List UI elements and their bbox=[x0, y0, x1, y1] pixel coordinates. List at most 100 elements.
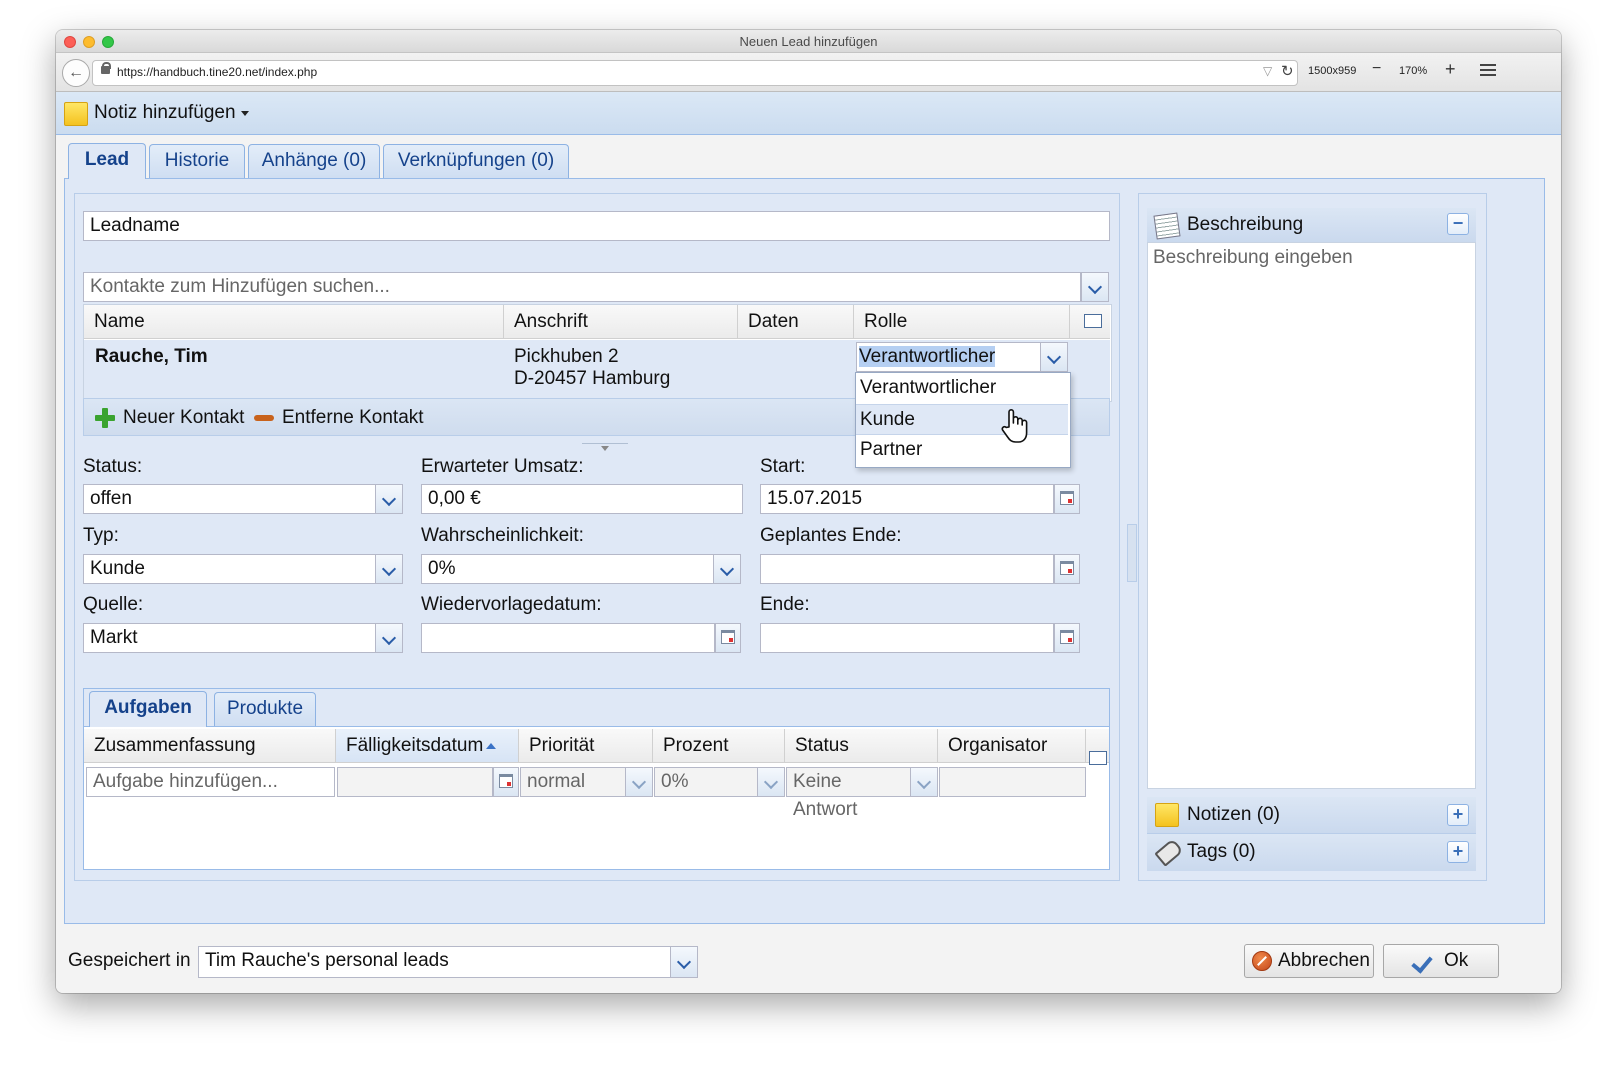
contact-search-trigger[interactable] bbox=[1081, 272, 1109, 302]
tab-verknuepfungen[interactable]: Verknüpfungen (0) bbox=[383, 144, 569, 178]
column-header-due-date[interactable]: Fälligkeitsdatum bbox=[336, 729, 519, 763]
column-header-address[interactable]: Anschrift bbox=[504, 305, 738, 339]
column-header-percent[interactable]: Prozent bbox=[653, 729, 785, 763]
column-header-data[interactable]: Daten bbox=[738, 305, 854, 339]
notes-title: Notizen (0) bbox=[1187, 804, 1280, 825]
end-date-field[interactable] bbox=[760, 623, 1054, 653]
task-due-date-field[interactable] bbox=[337, 767, 493, 797]
hand-cursor-icon bbox=[1001, 409, 1028, 443]
container-select-trigger[interactable] bbox=[670, 946, 698, 978]
type-select[interactable]: Kunde bbox=[83, 554, 377, 584]
planned-end-field[interactable] bbox=[760, 554, 1054, 584]
hamburger-menu-icon[interactable] bbox=[1480, 64, 1496, 66]
task-percent-trigger[interactable] bbox=[757, 767, 785, 797]
probability-select-trigger[interactable] bbox=[713, 554, 741, 584]
source-select-trigger[interactable] bbox=[375, 623, 403, 653]
task-organizer-field[interactable] bbox=[939, 767, 1086, 797]
notes-header: Notizen (0) + bbox=[1147, 797, 1476, 834]
planned-end-picker[interactable] bbox=[1054, 554, 1080, 584]
task-status-select[interactable]: Keine Antwort bbox=[786, 767, 911, 820]
address-field[interactable]: https://handbuch.tine20.net/index.php ▽ … bbox=[92, 60, 1298, 86]
address-toolbar: ← https://handbuch.tine20.net/index.php … bbox=[56, 53, 1561, 92]
expected-revenue-field[interactable]: 0,00 € bbox=[421, 484, 743, 514]
tab-aufgaben[interactable]: Aufgaben bbox=[89, 691, 207, 727]
resubmission-date-field[interactable] bbox=[421, 623, 715, 653]
ok-button[interactable]: Ok bbox=[1383, 944, 1499, 978]
remove-minus-icon bbox=[254, 415, 274, 421]
tab-anhaenge[interactable]: Anhänge (0) bbox=[248, 144, 380, 178]
add-tag-plus-button[interactable]: + bbox=[1447, 841, 1469, 863]
tab-lead[interactable]: Lead bbox=[68, 143, 146, 179]
add-note-plus-button[interactable]: + bbox=[1447, 804, 1469, 826]
task-column-picker[interactable] bbox=[1086, 729, 1109, 765]
caret-down-icon[interactable] bbox=[241, 111, 249, 116]
dropdown-arrow-icon[interactable]: ▽ bbox=[1263, 64, 1272, 78]
resubmission-date-picker[interactable] bbox=[715, 623, 741, 653]
column-header-priority[interactable]: Priorität bbox=[519, 729, 653, 763]
role-select-trigger[interactable] bbox=[1040, 342, 1068, 372]
window-title: Neuen Lead hinzufügen bbox=[739, 34, 878, 49]
role-select-value: Verantwortlicher bbox=[859, 346, 996, 367]
description-title: Beschreibung bbox=[1187, 214, 1304, 235]
role-option-partner[interactable]: Partner bbox=[856, 435, 1068, 466]
url-text: https://handbuch.tine20.net/index.php bbox=[117, 65, 318, 79]
column-picker[interactable] bbox=[1070, 305, 1110, 339]
tab-produkte[interactable]: Produkte bbox=[214, 692, 316, 726]
lead-name-field[interactable]: Leadname bbox=[83, 211, 1110, 241]
role-option-verantwortlicher[interactable]: Verantwortlicher bbox=[856, 373, 1068, 404]
collapse-description-button[interactable]: − bbox=[1447, 213, 1469, 235]
tab-historie[interactable]: Historie bbox=[149, 144, 245, 178]
description-header: Beschreibung − bbox=[1147, 208, 1476, 242]
status-select-trigger[interactable] bbox=[375, 484, 403, 514]
vertical-splitter[interactable] bbox=[1127, 524, 1137, 582]
add-green-plus-icon bbox=[94, 407, 116, 429]
new-contact-button[interactable]: Neuer Kontakt bbox=[123, 407, 244, 429]
tag-icon bbox=[1154, 838, 1184, 867]
task-status-trigger[interactable] bbox=[910, 767, 938, 797]
resubmission-label: Wiedervorlagedatum: bbox=[421, 594, 602, 615]
chevron-down-icon bbox=[676, 954, 692, 970]
back-button[interactable]: ← bbox=[62, 59, 90, 87]
container-select[interactable]: Tim Rauche's personal leads bbox=[198, 946, 672, 978]
chevron-down-icon bbox=[381, 491, 397, 507]
description-textarea[interactable]: Beschreibung eingeben bbox=[1147, 242, 1476, 789]
column-header-status[interactable]: Status bbox=[785, 729, 938, 763]
task-due-date-picker[interactable] bbox=[493, 767, 519, 797]
chevron-down-icon bbox=[1046, 349, 1062, 365]
add-task-input[interactable]: Aufgabe hinzufügen... bbox=[86, 767, 335, 797]
remove-contact-button[interactable]: Entferne Kontakt bbox=[282, 407, 424, 429]
column-header-name[interactable]: Name bbox=[84, 305, 504, 339]
start-date-field[interactable]: 15.07.2015 bbox=[760, 484, 1054, 514]
title-bar: Neuen Lead hinzufügen bbox=[56, 30, 1561, 53]
status-label: Status: bbox=[83, 456, 143, 477]
status-select[interactable]: offen bbox=[83, 484, 377, 514]
dialog-toolbar: Notiz hinzufügen bbox=[56, 92, 1561, 135]
column-header-role[interactable]: Rolle bbox=[854, 305, 1070, 339]
task-priority-select[interactable]: normal bbox=[520, 767, 626, 797]
collapse-arrow-icon[interactable] bbox=[601, 446, 609, 451]
ok-button-label: Ok bbox=[1444, 950, 1469, 971]
calendar-icon bbox=[1060, 491, 1074, 505]
task-percent-select[interactable]: 0% bbox=[654, 767, 758, 797]
start-label: Start: bbox=[760, 456, 806, 477]
zoom-out-button[interactable]: − bbox=[1372, 60, 1381, 78]
chevron-down-icon bbox=[763, 774, 779, 790]
contact-search-input[interactable]: Kontakte zum Hinzufügen suchen... bbox=[83, 272, 1081, 302]
cancel-button[interactable]: Abbrechen bbox=[1244, 944, 1374, 978]
probability-select[interactable]: 0% bbox=[421, 554, 715, 584]
column-picker-icon bbox=[1089, 751, 1107, 765]
role-option-kunde[interactable]: Kunde bbox=[856, 404, 1068, 435]
type-select-trigger[interactable] bbox=[375, 554, 403, 584]
source-select[interactable]: Markt bbox=[83, 623, 377, 653]
task-priority-trigger[interactable] bbox=[625, 767, 653, 797]
reload-icon[interactable]: ↻ bbox=[1281, 62, 1294, 80]
role-select[interactable]: Verantwortlicher bbox=[856, 342, 1042, 372]
column-header-organizer[interactable]: Organisator bbox=[938, 729, 1086, 763]
start-date-picker[interactable] bbox=[1054, 484, 1080, 514]
zoom-in-button[interactable]: + bbox=[1445, 59, 1456, 80]
add-note-button[interactable]: Notiz hinzufügen bbox=[94, 102, 236, 124]
column-header-summary[interactable]: Zusammenfassung bbox=[84, 729, 336, 763]
end-date-picker[interactable] bbox=[1054, 623, 1080, 653]
chevron-down-icon bbox=[1087, 279, 1103, 295]
type-label: Typ: bbox=[83, 525, 119, 546]
